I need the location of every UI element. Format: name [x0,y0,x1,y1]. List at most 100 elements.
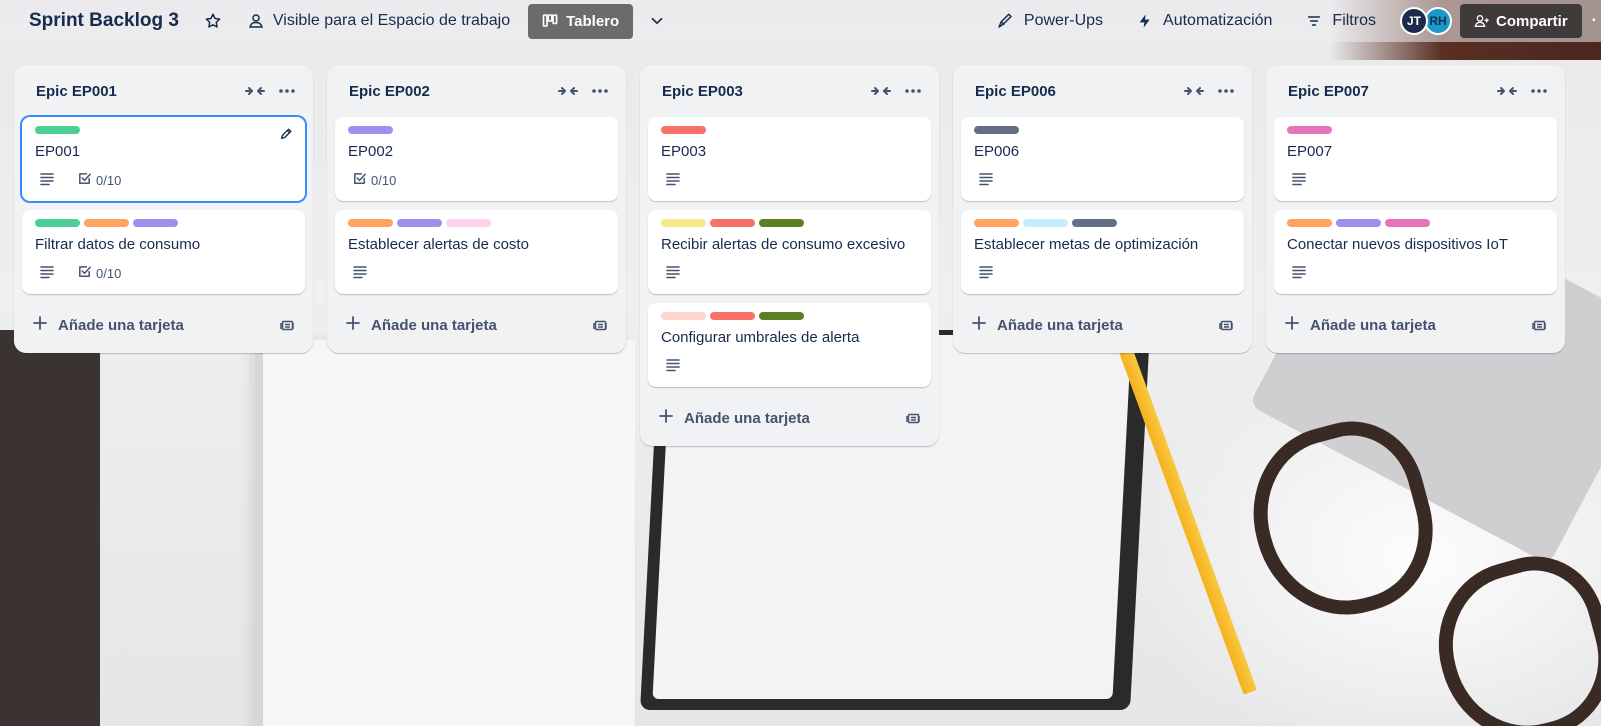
rocket-icon [998,13,1012,28]
add-card-label: Añade una tarjeta [1310,316,1436,334]
card-badges [1287,262,1545,284]
card[interactable]: Recibir alertas de consumo excesivo [648,210,931,294]
list-epic-ep007[interactable]: Epic EP007 EP007 Conectar nuevos disposi… [1266,65,1565,353]
share-button[interactable]: Compartir [1459,4,1582,38]
card[interactable]: EP001 0/10 [22,117,305,201]
card-label[interactable] [759,219,804,227]
add-card-button[interactable]: Añade una tarjeta [32,315,269,335]
card-label[interactable] [35,219,80,227]
card-label[interactable] [348,219,393,227]
power-ups-button[interactable]: Power-Ups [996,12,1103,30]
avatar[interactable]: JT [1399,7,1428,35]
card-labels [974,126,1232,134]
checklist-badge: 0/10 [73,171,121,189]
description-icon [1291,172,1311,189]
template-icon[interactable] [586,311,614,339]
visibility-label: Visible para el Espacio de trabajo [272,12,511,29]
card-label[interactable] [1287,219,1332,227]
card-list: EP003 Recibir alertas de consumo excesiv… [640,117,939,387]
card-label[interactable] [710,219,755,227]
add-card-button[interactable]: Añade una tarjeta [1284,315,1521,335]
filters-label: Filtros [1332,12,1376,29]
list-title[interactable]: Epic EP006 [975,83,1176,100]
collapse-icon[interactable] [1180,77,1208,105]
card[interactable]: EP006 [961,117,1244,201]
filters-button[interactable]: Filtros [1306,12,1376,30]
list-header: Epic EP007 [1266,65,1565,117]
list-epic-ep003[interactable]: Epic EP003 EP003 Recibir alertas de cons… [640,65,939,446]
card-label[interactable] [661,219,706,227]
card-label[interactable] [84,219,129,227]
checklist-badge: 0/10 [348,171,396,189]
description-badge [1287,172,1311,189]
plus-icon [971,315,997,335]
card-label[interactable] [710,312,755,320]
card[interactable]: EP002 0/10 [335,117,618,201]
card-label[interactable] [1336,219,1381,227]
more-options-icon[interactable] [899,77,927,105]
add-card-button[interactable]: Añade una tarjeta [658,408,895,428]
view-switcher-button[interactable]: Tablero [528,3,634,39]
template-icon[interactable] [273,311,301,339]
list-title[interactable]: Epic EP003 [662,83,863,100]
card-label[interactable] [974,219,1019,227]
list-title[interactable]: Epic EP001 [36,83,237,100]
card[interactable]: Conectar nuevos dispositivos IoT [1274,210,1557,294]
checklist-icon [77,264,96,282]
card-label[interactable] [661,126,706,134]
card[interactable]: Establecer alertas de costo [335,210,618,294]
card-badges [661,262,919,284]
card-label[interactable] [759,312,804,320]
lightning-icon [1139,14,1150,28]
list-epic-ep006[interactable]: Epic EP006 EP006 Establecer metas de opt… [953,65,1252,353]
card-label[interactable] [661,312,706,320]
more-options-icon[interactable] [273,77,301,105]
description-badge [1287,265,1311,282]
collapse-icon[interactable] [1493,77,1521,105]
card-label[interactable] [1072,219,1117,227]
card-label[interactable] [1023,219,1068,227]
card-label[interactable] [35,126,80,134]
card-label[interactable] [446,219,491,227]
avatar[interactable]: RH [1423,7,1452,35]
board-title[interactable]: Sprint Backlog 3 [29,10,179,32]
card-label[interactable] [397,219,442,227]
add-card-button[interactable]: Añade una tarjeta [971,315,1208,335]
card-label[interactable] [1287,126,1332,134]
list-title[interactable]: Epic EP007 [1288,83,1489,100]
card[interactable]: Configurar umbrales de alerta [648,303,931,387]
visibility-button[interactable]: Visible para el Espacio de trabajo [247,12,510,30]
card[interactable]: Filtrar datos de consumo 0/10 [22,210,305,294]
board-canvas: Epic EP001 EP001 0/10 Filtrar datos de c… [14,65,1579,446]
card-label[interactable] [974,126,1019,134]
card-list: EP002 0/10 Establecer alertas de costo [327,117,626,294]
more-options-icon[interactable] [1212,77,1240,105]
star-icon[interactable] [203,11,223,31]
card[interactable]: EP003 [648,117,931,201]
more-options-icon[interactable] [586,77,614,105]
card-label[interactable] [1385,219,1430,227]
template-icon[interactable] [1212,311,1240,339]
pencil-icon[interactable] [279,127,293,146]
template-icon[interactable] [899,404,927,432]
collapse-icon[interactable] [554,77,582,105]
more-icon[interactable]: · [1592,12,1597,30]
collapse-icon[interactable] [241,77,269,105]
list-title[interactable]: Epic EP002 [349,83,550,100]
card-label[interactable] [348,126,393,134]
card-label[interactable] [133,219,178,227]
more-options-icon[interactable] [1525,77,1553,105]
description-badge [974,172,998,189]
list-epic-ep001[interactable]: Epic EP001 EP001 0/10 Filtrar datos de c… [14,65,313,353]
add-card-button[interactable]: Añade una tarjeta [345,315,582,335]
card[interactable]: EP007 [1274,117,1557,201]
chevron-down-icon[interactable] [647,11,667,31]
collapse-icon[interactable] [867,77,895,105]
automation-button[interactable]: Automatización [1137,12,1272,30]
card-labels [1287,219,1545,227]
card[interactable]: Establecer metas de optimización [961,210,1244,294]
list-epic-ep002[interactable]: Epic EP002 EP002 0/10 Establecer alertas… [327,65,626,353]
card-labels [661,126,919,134]
card-badges: 0/10 [35,169,293,191]
template-icon[interactable] [1525,311,1553,339]
